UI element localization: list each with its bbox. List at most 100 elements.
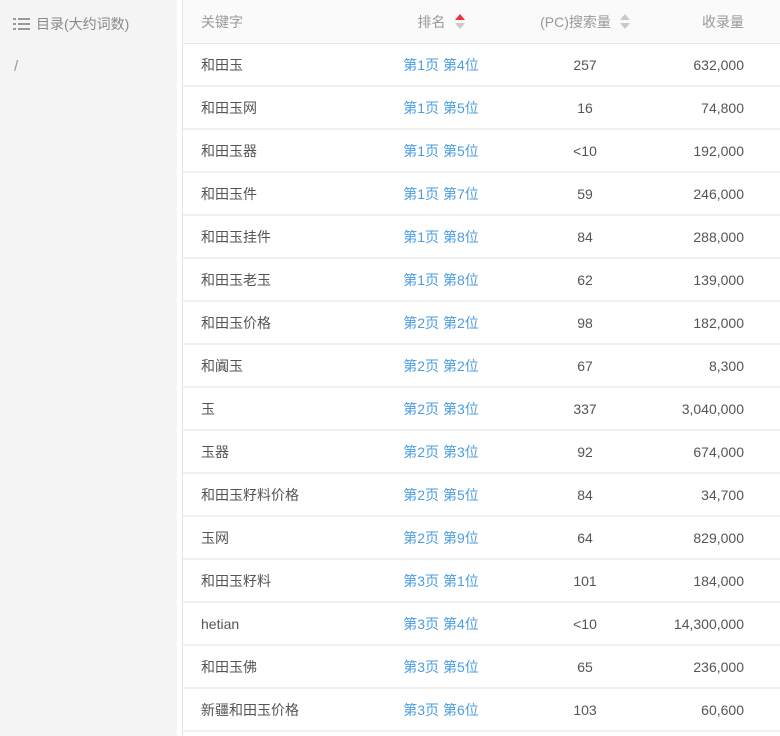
rank-link[interactable]: 第3页 第6位 (403, 702, 478, 718)
keyword-cell: hetian (201, 616, 239, 632)
rank-link[interactable]: 第1页 第4位 (403, 57, 478, 73)
rank-link[interactable]: 第1页 第5位 (403, 100, 478, 116)
sort-asc-icon[interactable] (620, 14, 630, 20)
table-row: 玉 第2页 第3位 337 3,040,000 (183, 388, 780, 431)
table-row: 和田玉价格 第2页 第2位 98 182,000 (183, 302, 780, 345)
search-volume-cell: 65 (577, 659, 593, 675)
sidebar: 目录(大约词数) / (0, 0, 177, 736)
search-volume-cell: 337 (573, 401, 596, 417)
table-row: 和田玉器 第1页 第5位 <10 192,000 (183, 130, 780, 173)
table-row: 和田玉挂件 第1页 第8位 84 288,000 (183, 216, 780, 259)
header-search-volume[interactable]: (PC)搜索量 (521, 12, 649, 32)
rank-link[interactable]: 第1页 第8位 (403, 229, 478, 245)
table-body: 和田玉 第1页 第4位 257 632,000 和田玉网 第1页 第5位 16 … (183, 44, 780, 732)
header-rank-label: 排名 (418, 12, 446, 32)
search-volume-cell: 103 (573, 702, 596, 718)
table-row: hetian 第3页 第4位 <10 14,300,000 (183, 603, 780, 646)
index-volume-cell: 182,000 (693, 315, 744, 331)
search-volume-cell: 101 (573, 573, 596, 589)
search-volume-cell: 67 (577, 358, 593, 374)
index-volume-cell: 184,000 (693, 573, 744, 589)
search-volume-cell: 62 (577, 272, 593, 288)
sort-asc-icon[interactable] (455, 14, 465, 20)
sidebar-item-root-directory[interactable]: / (0, 44, 177, 81)
keyword-cell: 玉 (201, 401, 215, 417)
rank-link[interactable]: 第2页 第3位 (403, 401, 478, 417)
keyword-cell: 和阗玉 (201, 358, 243, 374)
table-row: 和田玉 第1页 第4位 257 632,000 (183, 44, 780, 87)
index-volume-cell: 74,800 (701, 100, 744, 116)
sort-desc-icon[interactable] (455, 23, 465, 29)
rank-link[interactable]: 第1页 第8位 (403, 272, 478, 288)
keyword-cell: 和田玉老玉 (201, 272, 271, 288)
keyword-rank-page: 目录(大约词数) / 关键字 排名 (PC)搜索量 (0, 0, 780, 736)
search-volume-cell: 84 (577, 487, 593, 503)
index-volume-cell: 8,300 (709, 358, 744, 374)
header-index-volume: 收录量 (649, 12, 780, 32)
search-volume-cell: 257 (573, 57, 596, 73)
search-volume-cell: 64 (577, 530, 593, 546)
index-volume-cell: 34,700 (701, 487, 744, 503)
table-row: 和田玉籽料价格 第2页 第5位 84 34,700 (183, 474, 780, 517)
table-row: 和田玉件 第1页 第7位 59 246,000 (183, 173, 780, 216)
sidebar-header: 目录(大约词数) (0, 0, 177, 44)
keyword-cell: 玉网 (201, 530, 229, 546)
table-row: 和田玉佛 第3页 第5位 65 236,000 (183, 646, 780, 689)
table-header-row: 关键字 排名 (PC)搜索量 (183, 0, 780, 44)
keyword-cell: 和田玉 (201, 57, 243, 73)
keyword-cell: 和田玉挂件 (201, 229, 271, 245)
index-volume-cell: 246,000 (693, 186, 744, 202)
directory-list-icon (13, 17, 30, 31)
search-volume-cell: <10 (573, 143, 597, 159)
index-volume-cell: 192,000 (693, 143, 744, 159)
index-volume-cell: 288,000 (693, 229, 744, 245)
rank-link[interactable]: 第1页 第7位 (403, 186, 478, 202)
index-volume-cell: 14,300,000 (674, 616, 744, 632)
index-volume-cell: 632,000 (693, 57, 744, 73)
table-row: 玉器 第2页 第3位 92 674,000 (183, 431, 780, 474)
search-volume-cell: 98 (577, 315, 593, 331)
table-row: 和田玉籽料 第3页 第1位 101 184,000 (183, 560, 780, 603)
table-row: 和田玉老玉 第1页 第8位 62 139,000 (183, 259, 780, 302)
rank-link[interactable]: 第2页 第2位 (403, 315, 478, 331)
keyword-cell: 和田玉网 (201, 100, 257, 116)
table-row: 玉网 第2页 第9位 64 829,000 (183, 517, 780, 560)
rank-link[interactable]: 第2页 第5位 (403, 487, 478, 503)
keyword-cell: 和田玉籽料 (201, 573, 271, 589)
index-volume-cell: 3,040,000 (682, 401, 744, 417)
index-volume-cell: 829,000 (693, 530, 744, 546)
rank-link[interactable]: 第3页 第1位 (403, 573, 478, 589)
keyword-cell: 和田玉佛 (201, 659, 257, 675)
keyword-cell: 玉器 (201, 444, 229, 460)
keyword-table: 关键字 排名 (PC)搜索量 (182, 0, 780, 736)
header-rank[interactable]: 排名 (361, 12, 521, 32)
rank-link[interactable]: 第2页 第2位 (403, 358, 478, 374)
rank-sort-control[interactable] (455, 14, 465, 29)
header-keyword: 关键字 (183, 12, 361, 32)
table-row: 和田玉网 第1页 第5位 16 74,800 (183, 87, 780, 130)
rank-link[interactable]: 第3页 第5位 (403, 659, 478, 675)
keyword-cell: 和田玉件 (201, 186, 257, 202)
keyword-cell: 和田玉籽料价格 (201, 487, 299, 503)
index-volume-cell: 139,000 (693, 272, 744, 288)
keyword-cell: 和田玉价格 (201, 315, 271, 331)
search-volume-cell: <10 (573, 616, 597, 632)
search-volume-cell: 84 (577, 229, 593, 245)
search-volume-cell: 59 (577, 186, 593, 202)
sidebar-title: 目录(大约词数) (36, 14, 129, 34)
keyword-cell: 新疆和田玉价格 (201, 702, 299, 718)
table-row: 和阗玉 第2页 第2位 67 8,300 (183, 345, 780, 388)
header-search-volume-label: (PC)搜索量 (540, 12, 611, 32)
index-volume-cell: 674,000 (693, 444, 744, 460)
rank-link[interactable]: 第1页 第5位 (403, 143, 478, 159)
sort-desc-icon[interactable] (620, 23, 630, 29)
search-volume-cell: 16 (577, 100, 593, 116)
keyword-cell: 和田玉器 (201, 143, 257, 159)
rank-link[interactable]: 第2页 第9位 (403, 530, 478, 546)
table-row: 新疆和田玉价格 第3页 第6位 103 60,600 (183, 689, 780, 732)
search-volume-sort-control[interactable] (620, 14, 630, 29)
rank-link[interactable]: 第3页 第4位 (403, 616, 478, 632)
index-volume-cell: 236,000 (693, 659, 744, 675)
rank-link[interactable]: 第2页 第3位 (403, 444, 478, 460)
search-volume-cell: 92 (577, 444, 593, 460)
